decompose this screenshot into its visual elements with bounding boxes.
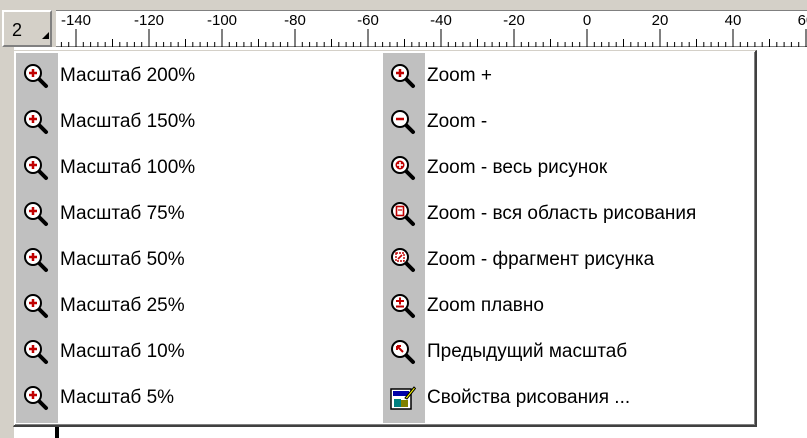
ruler-tick-label: -40: [430, 12, 452, 29]
zoom-in-icon: [23, 385, 49, 411]
menu-item-zoom-6[interactable]: Zoom плавно: [383, 282, 755, 328]
menu-item-zoom-5[interactable]: Zoom - фрагмент рисунка: [383, 236, 755, 282]
zoom-page-icon: [390, 201, 416, 227]
menu-item-label: Масштаб 25%: [60, 295, 185, 316]
top-ruler-bar: 2 -140 -120 -100 -80 -60 -40 -20 0 20 40 60: [0, 0, 807, 47]
menu-item-label: Zoom плавно: [427, 295, 544, 316]
ruler-tick-label: -60: [357, 12, 379, 29]
menu-item-label: Масштаб 150%: [60, 111, 196, 132]
menu-item-zoom-3[interactable]: Zoom - весь рисунок: [383, 144, 755, 190]
zoom-in-icon: [23, 155, 49, 181]
zoom-popup-menu: Масштаб 200% Масштаб 150% Масштаб 100% Масш…: [13, 50, 757, 427]
zoom-all-icon: [390, 155, 416, 181]
menu-item-zoom-2[interactable]: Zoom -: [383, 98, 755, 144]
zoom-previous-icon: [390, 339, 416, 365]
menu-item-scale-2[interactable]: Масштаб 150%: [16, 98, 383, 144]
ruler-tick-label: 60: [797, 12, 807, 29]
menu-item-label: Zoom - весь рисунок: [427, 157, 608, 178]
menu-item-scale-5[interactable]: Масштаб 50%: [16, 236, 383, 282]
menu-item-label: Zoom -: [427, 111, 488, 132]
zoom-in-icon: [23, 201, 49, 227]
menu-item-scale-7[interactable]: Масштаб 10%: [16, 328, 383, 374]
menu-item-label: Zoom +: [427, 65, 492, 86]
menu-item-zoom-4[interactable]: Zoom - вся область рисования: [383, 190, 755, 236]
menu-item-label: Предыдущий масштаб: [427, 341, 628, 362]
menu-item-scale-1[interactable]: Масштаб 200%: [16, 52, 383, 98]
menu-item-label: Масштаб 10%: [60, 341, 185, 362]
menu-item-label: Масштаб 50%: [60, 249, 185, 270]
menu-item-label: Свойства рисования ...: [427, 387, 631, 408]
menu-item-zoom-1[interactable]: Zoom +: [383, 52, 755, 98]
menu-item-zoom-7[interactable]: Предыдущий масштаб: [383, 328, 755, 374]
zoom-in-icon: [23, 109, 49, 135]
menu-item-label: Масштаб 75%: [60, 203, 185, 224]
menu-item-label: Zoom - вся область рисования: [427, 203, 697, 224]
ruler-tick-label: -100: [206, 12, 238, 29]
zoom-in-icon: [390, 63, 416, 89]
ruler-tick-label: -120: [133, 12, 165, 29]
ruler-tick-label: 0: [582, 12, 592, 29]
zoom-in-icon: [23, 339, 49, 365]
menu-item-label: Масштаб 100%: [60, 157, 196, 178]
zoom-region-icon: [390, 247, 416, 273]
menu-item-scale-6[interactable]: Масштаб 25%: [16, 282, 383, 328]
menu-item-label: Масштаб 200%: [60, 65, 196, 86]
zoom-out-icon: [390, 109, 416, 135]
vertical-ruler-tick: [55, 427, 59, 438]
menu-item-scale-8[interactable]: Масштаб 5%: [16, 374, 383, 420]
ruler-corner-button[interactable]: 2: [2, 10, 52, 47]
ruler-tick-label: 20: [651, 12, 669, 29]
horizontal-ruler[interactable]: -140 -120 -100 -80 -60 -40 -20 0 20 40 60: [56, 10, 807, 47]
menu-item-scale-3[interactable]: Масштаб 100%: [16, 144, 383, 190]
corner-arrow-icon: [42, 32, 49, 39]
ruler-corner-label: 2: [12, 20, 23, 40]
drawing-properties-icon: [390, 385, 417, 411]
menu-item-label: Масштаб 5%: [60, 387, 175, 408]
zoom-in-icon: [23, 293, 49, 319]
zoom-in-icon: [23, 63, 49, 89]
zoom-smooth-icon: [390, 293, 416, 319]
menu-item-scale-4[interactable]: Масштаб 75%: [16, 190, 383, 236]
ruler-tick-label: -80: [284, 12, 306, 29]
menu-item-label: Zoom - фрагмент рисунка: [427, 249, 655, 270]
menu-item-zoom-8[interactable]: Свойства рисования ...: [383, 374, 755, 420]
ruler-tick-label: -20: [503, 12, 525, 29]
vertical-ruler[interactable]: [0, 47, 14, 438]
ruler-tick-label: -140: [60, 12, 92, 29]
zoom-in-icon: [23, 247, 49, 273]
ruler-tick-label: 40: [724, 12, 742, 29]
